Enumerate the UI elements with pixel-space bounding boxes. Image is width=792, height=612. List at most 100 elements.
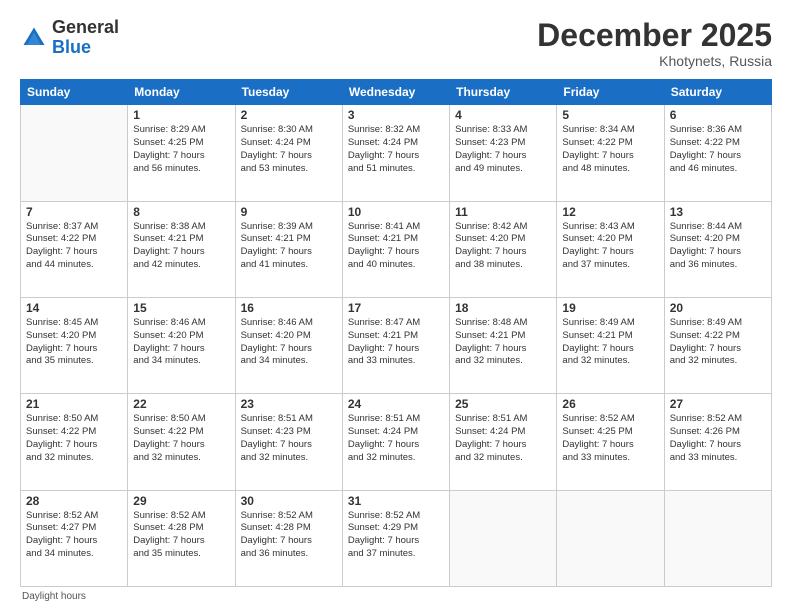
calendar-cell: 2 Sunrise: 8:30 AM Sunset: 4:24 PM Daylig…: [235, 105, 342, 201]
day-number: 2: [241, 108, 337, 122]
day-info: Sunrise: 8:39 AM Sunset: 4:21 PM Dayligh…: [241, 221, 337, 272]
calendar-cell: 12Sunrise: 8:43 AM Sunset: 4:20 PM Dayli…: [557, 201, 664, 297]
day-info: Sunrise: 8:48 AM Sunset: 4:21 PM Dayligh…: [455, 317, 551, 368]
day-number: 20: [670, 301, 766, 315]
calendar-cell: 15Sunrise: 8:46 AM Sunset: 4:20 PM Dayli…: [128, 297, 235, 393]
page: General Blue December 2025 Khotynets, Ru…: [0, 0, 792, 612]
weekday-header-friday: Friday: [557, 80, 664, 105]
day-number: 17: [348, 301, 444, 315]
day-info: Sunrise: 8:29 AM Sunset: 4:25 PM Dayligh…: [133, 124, 229, 175]
day-number: 14: [26, 301, 122, 315]
calendar-cell: 18 Sunrise: 8:48 AM Sunset: 4:21 PM Dayli…: [450, 297, 557, 393]
calendar-cell: [664, 490, 771, 586]
calendar-cell: 4 Sunrise: 8:33 AM Sunset: 4:23 PM Daylig…: [450, 105, 557, 201]
day-number: 29: [133, 494, 229, 508]
calendar-cell: 27 Sunrise: 8:52 AM Sunset: 4:26 PM Dayli…: [664, 394, 771, 490]
day-info: Sunrise: 8:51 AM Sunset: 4:24 PM Dayligh…: [455, 413, 551, 464]
calendar-cell: 8 Sunrise: 8:38 AM Sunset: 4:21 PM Daylig…: [128, 201, 235, 297]
calendar-cell: 5Sunrise: 8:34 AM Sunset: 4:22 PM Daylig…: [557, 105, 664, 201]
calendar-cell: 20 Sunrise: 8:49 AM Sunset: 4:22 PM Dayli…: [664, 297, 771, 393]
weekday-header-saturday: Saturday: [664, 80, 771, 105]
day-number: 26: [562, 397, 658, 411]
weekday-header-sunday: Sunday: [21, 80, 128, 105]
calendar-cell: 9 Sunrise: 8:39 AM Sunset: 4:21 PM Daylig…: [235, 201, 342, 297]
day-info: Sunrise: 8:43 AM Sunset: 4:20 PM Dayligh…: [562, 221, 658, 272]
day-info: Sunrise: 8:52 AM Sunset: 4:29 PM Dayligh…: [348, 510, 444, 561]
day-info: Sunrise: 8:50 AM Sunset: 4:22 PM Dayligh…: [133, 413, 229, 464]
location-subtitle: Khotynets, Russia: [537, 53, 772, 69]
day-number: 3: [348, 108, 444, 122]
calendar-week-4: 21 Sunrise: 8:50 AM Sunset: 4:22 PM Dayli…: [21, 394, 772, 490]
footer-note: Daylight hours: [20, 591, 772, 602]
day-info: Sunrise: 8:41 AM Sunset: 4:21 PM Dayligh…: [348, 221, 444, 272]
day-number: 19: [562, 301, 658, 315]
day-info: Sunrise: 8:46 AM Sunset: 4:20 PM Dayligh…: [241, 317, 337, 368]
calendar-cell: 1 Sunrise: 8:29 AM Sunset: 4:25 PM Daylig…: [128, 105, 235, 201]
header: General Blue December 2025 Khotynets, Ru…: [20, 18, 772, 69]
weekday-header-monday: Monday: [128, 80, 235, 105]
weekday-header-thursday: Thursday: [450, 80, 557, 105]
day-info: Sunrise: 8:32 AM Sunset: 4:24 PM Dayligh…: [348, 124, 444, 175]
day-info: Sunrise: 8:45 AM Sunset: 4:20 PM Dayligh…: [26, 317, 122, 368]
calendar-cell: 29 Sunrise: 8:52 AM Sunset: 4:28 PM Dayli…: [128, 490, 235, 586]
day-info: Sunrise: 8:51 AM Sunset: 4:24 PM Dayligh…: [348, 413, 444, 464]
day-info: Sunrise: 8:33 AM Sunset: 4:23 PM Dayligh…: [455, 124, 551, 175]
calendar-cell: 11 Sunrise: 8:42 AM Sunset: 4:20 PM Dayli…: [450, 201, 557, 297]
day-number: 16: [241, 301, 337, 315]
calendar-week-5: 28Sunrise: 8:52 AM Sunset: 4:27 PM Dayli…: [21, 490, 772, 586]
day-info: Sunrise: 8:52 AM Sunset: 4:25 PM Dayligh…: [562, 413, 658, 464]
calendar-cell: 21 Sunrise: 8:50 AM Sunset: 4:22 PM Dayli…: [21, 394, 128, 490]
day-info: Sunrise: 8:46 AM Sunset: 4:20 PM Dayligh…: [133, 317, 229, 368]
calendar-cell: [557, 490, 664, 586]
calendar-week-3: 14 Sunrise: 8:45 AM Sunset: 4:20 PM Dayli…: [21, 297, 772, 393]
calendar-cell: 16 Sunrise: 8:46 AM Sunset: 4:20 PM Dayli…: [235, 297, 342, 393]
day-number: 18: [455, 301, 551, 315]
calendar-cell: 7Sunrise: 8:37 AM Sunset: 4:22 PM Daylig…: [21, 201, 128, 297]
day-info: Sunrise: 8:49 AM Sunset: 4:22 PM Dayligh…: [670, 317, 766, 368]
day-number: 8: [133, 205, 229, 219]
month-title: December 2025: [537, 18, 772, 53]
day-info: Sunrise: 8:49 AM Sunset: 4:21 PM Dayligh…: [562, 317, 658, 368]
day-number: 22: [133, 397, 229, 411]
day-number: 1: [133, 108, 229, 122]
calendar-cell: [450, 490, 557, 586]
day-info: Sunrise: 8:50 AM Sunset: 4:22 PM Dayligh…: [26, 413, 122, 464]
day-number: 25: [455, 397, 551, 411]
calendar-cell: 31Sunrise: 8:52 AM Sunset: 4:29 PM Dayli…: [342, 490, 449, 586]
day-info: Sunrise: 8:47 AM Sunset: 4:21 PM Dayligh…: [348, 317, 444, 368]
calendar-cell: 23Sunrise: 8:51 AM Sunset: 4:23 PM Dayli…: [235, 394, 342, 490]
day-info: Sunrise: 8:52 AM Sunset: 4:26 PM Dayligh…: [670, 413, 766, 464]
day-number: 21: [26, 397, 122, 411]
calendar-week-1: 1 Sunrise: 8:29 AM Sunset: 4:25 PM Daylig…: [21, 105, 772, 201]
day-info: Sunrise: 8:42 AM Sunset: 4:20 PM Dayligh…: [455, 221, 551, 272]
calendar-cell: 3 Sunrise: 8:32 AM Sunset: 4:24 PM Daylig…: [342, 105, 449, 201]
day-info: Sunrise: 8:52 AM Sunset: 4:28 PM Dayligh…: [133, 510, 229, 561]
day-number: 27: [670, 397, 766, 411]
day-info: Sunrise: 8:36 AM Sunset: 4:22 PM Dayligh…: [670, 124, 766, 175]
calendar-week-2: 7Sunrise: 8:37 AM Sunset: 4:22 PM Daylig…: [21, 201, 772, 297]
calendar-cell: 25 Sunrise: 8:51 AM Sunset: 4:24 PM Dayli…: [450, 394, 557, 490]
day-number: 7: [26, 205, 122, 219]
day-number: 11: [455, 205, 551, 219]
calendar-cell: 17 Sunrise: 8:47 AM Sunset: 4:21 PM Dayli…: [342, 297, 449, 393]
day-number: 4: [455, 108, 551, 122]
day-info: Sunrise: 8:52 AM Sunset: 4:28 PM Dayligh…: [241, 510, 337, 561]
day-number: 30: [241, 494, 337, 508]
day-info: Sunrise: 8:30 AM Sunset: 4:24 PM Dayligh…: [241, 124, 337, 175]
calendar-cell: 6 Sunrise: 8:36 AM Sunset: 4:22 PM Daylig…: [664, 105, 771, 201]
weekday-header-tuesday: Tuesday: [235, 80, 342, 105]
day-number: 9: [241, 205, 337, 219]
logo-blue-text: Blue: [52, 37, 91, 57]
weekday-header-wednesday: Wednesday: [342, 80, 449, 105]
day-info: Sunrise: 8:44 AM Sunset: 4:20 PM Dayligh…: [670, 221, 766, 272]
day-number: 28: [26, 494, 122, 508]
day-number: 6: [670, 108, 766, 122]
calendar-cell: 26 Sunrise: 8:52 AM Sunset: 4:25 PM Dayli…: [557, 394, 664, 490]
weekday-header-row: SundayMondayTuesdayWednesdayThursdayFrid…: [21, 80, 772, 105]
day-number: 5: [562, 108, 658, 122]
calendar-table: SundayMondayTuesdayWednesdayThursdayFrid…: [20, 79, 772, 587]
calendar-cell: [21, 105, 128, 201]
logo-text: General Blue: [52, 18, 119, 58]
day-info: Sunrise: 8:38 AM Sunset: 4:21 PM Dayligh…: [133, 221, 229, 272]
calendar-cell: 13Sunrise: 8:44 AM Sunset: 4:20 PM Dayli…: [664, 201, 771, 297]
